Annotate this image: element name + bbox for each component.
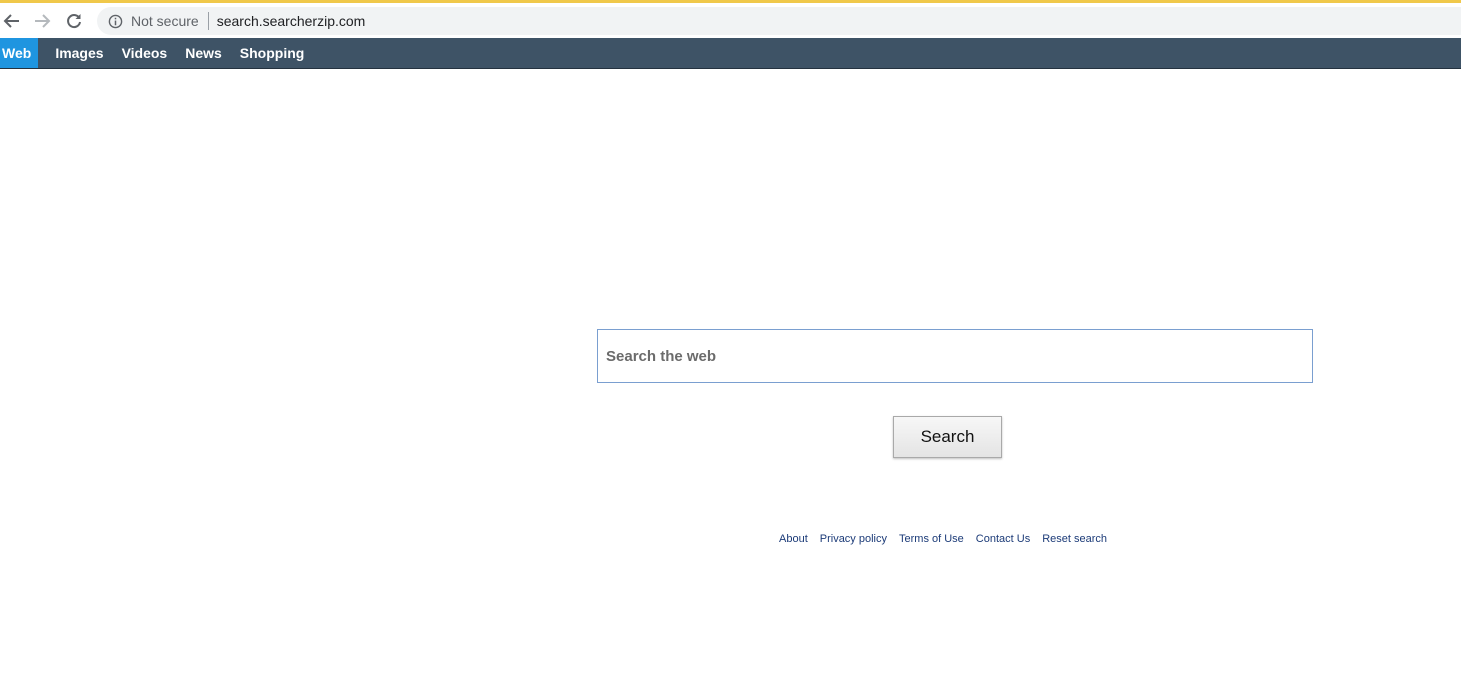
tab-videos[interactable]: Videos (113, 38, 177, 68)
reload-icon (67, 14, 81, 29)
address-bar[interactable]: Not secure search.searcherzip.com (97, 7, 1461, 35)
back-arrow-icon (3, 14, 19, 28)
back-button[interactable] (0, 9, 24, 33)
tab-news[interactable]: News (176, 38, 231, 68)
footer-links: About Privacy policy Terms of Use Contac… (773, 531, 1113, 547)
footer-link-terms-of-use[interactable]: Terms of Use (899, 533, 964, 545)
tab-images[interactable]: Images (46, 38, 112, 68)
forward-arrow-icon (35, 14, 51, 28)
reload-button[interactable] (62, 9, 86, 33)
address-url[interactable]: search.searcherzip.com (217, 13, 366, 29)
forward-button[interactable] (30, 9, 54, 33)
search-box (597, 329, 1313, 383)
footer-link-contact-us[interactable]: Contact Us (976, 533, 1030, 545)
tab-shopping[interactable]: Shopping (231, 38, 314, 68)
address-separator (207, 12, 209, 30)
search-button[interactable]: Search (893, 416, 1002, 458)
site-nav-bar: Web Images Videos News Shopping (0, 38, 1461, 69)
footer-link-reset-search[interactable]: Reset search (1042, 533, 1107, 545)
footer-link-about[interactable]: About (779, 533, 808, 545)
browser-toolbar: Not secure search.searcherzip.com (0, 3, 1461, 38)
info-icon[interactable] (107, 13, 123, 29)
search-input[interactable] (598, 330, 1312, 382)
footer-link-privacy-policy[interactable]: Privacy policy (820, 533, 887, 545)
security-status-label: Not secure (131, 13, 199, 29)
tab-web[interactable]: Web (0, 38, 39, 68)
